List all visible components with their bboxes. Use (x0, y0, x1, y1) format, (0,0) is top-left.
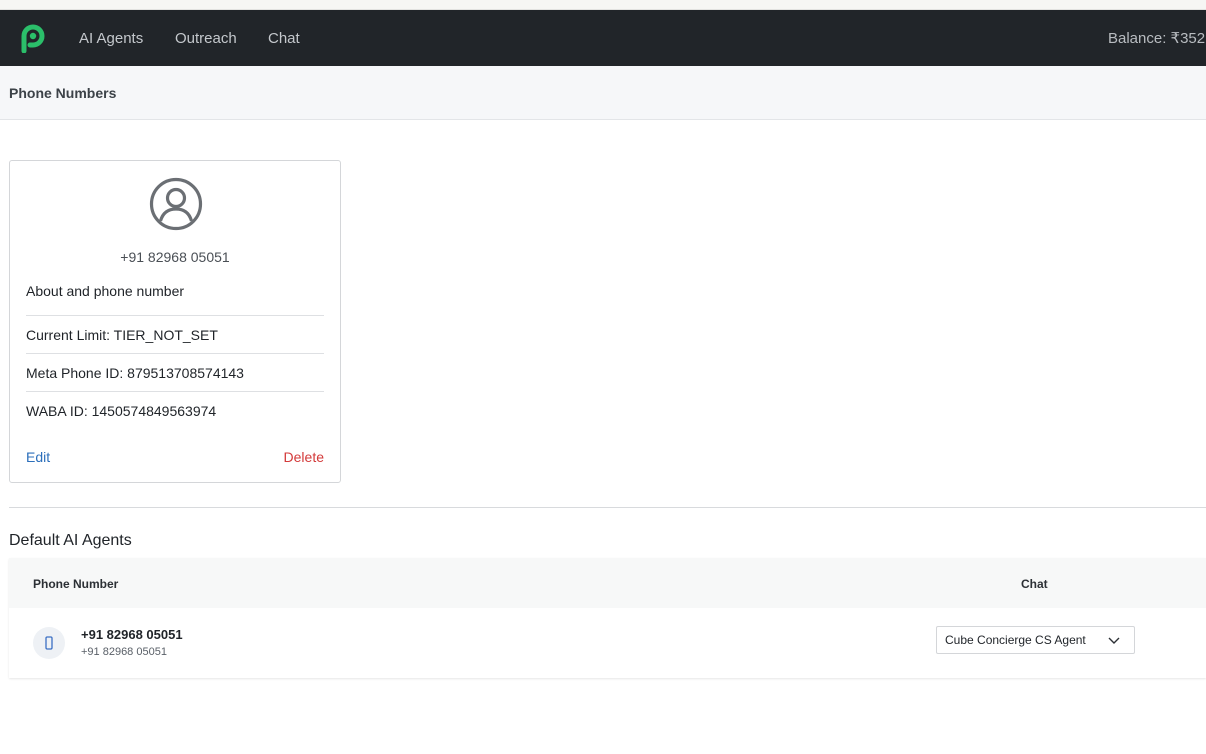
default-agents-title: Default AI Agents (9, 532, 132, 549)
nav-item-chat[interactable]: Chat (268, 30, 300, 48)
column-header-chat: Chat (1021, 577, 1048, 591)
row-phone-subtext: +91 82968 05051 (81, 646, 167, 658)
edit-link[interactable]: Edit (26, 449, 50, 465)
nav-item-ai-agents[interactable]: AI Agents (79, 30, 143, 48)
page-title: Phone Numbers (9, 85, 117, 101)
chevron-down-icon (1108, 637, 1120, 644)
table-header: Phone Number Chat (9, 558, 1206, 608)
mobile-phone-icon (33, 627, 65, 659)
top-navbar: AI Agents Outreach Chat Balance: ₹352. (0, 10, 1206, 66)
section-divider (9, 507, 1206, 508)
column-header-phone-number: Phone Number (33, 577, 119, 591)
user-circle-icon (149, 177, 203, 231)
balance-display: Balance: ₹352. (1108, 30, 1206, 47)
brand-logo-icon[interactable] (20, 23, 46, 53)
table-row: +91 82968 05051 +91 82968 05051 Cube Con… (9, 608, 1206, 678)
chat-agent-select[interactable]: Cube Concierge CS Agent (936, 626, 1135, 654)
default-agents-table: Phone Number Chat +91 82968 05051 +91 82… (9, 558, 1206, 678)
current-limit-row: Current Limit: TIER_NOT_SET (26, 315, 324, 353)
page-subheader: Phone Numbers (0, 66, 1206, 120)
chat-agent-selected-value: Cube Concierge CS Agent (945, 633, 1086, 647)
delete-link[interactable]: Delete (284, 449, 324, 465)
nav-item-outreach[interactable]: Outreach (175, 30, 237, 48)
browser-top-strip (0, 0, 1206, 10)
waba-id-row: WABA ID: 1450574849563974 (26, 391, 324, 429)
row-phone-number: +91 82968 05051 (81, 627, 183, 642)
card-phone-number: +91 82968 05051 (120, 249, 230, 265)
card-section-title: About and phone number (26, 283, 185, 299)
phone-number-card: +91 82968 05051 About and phone number C… (9, 160, 341, 483)
meta-phone-id-row: Meta Phone ID: 879513708574143 (26, 353, 324, 391)
